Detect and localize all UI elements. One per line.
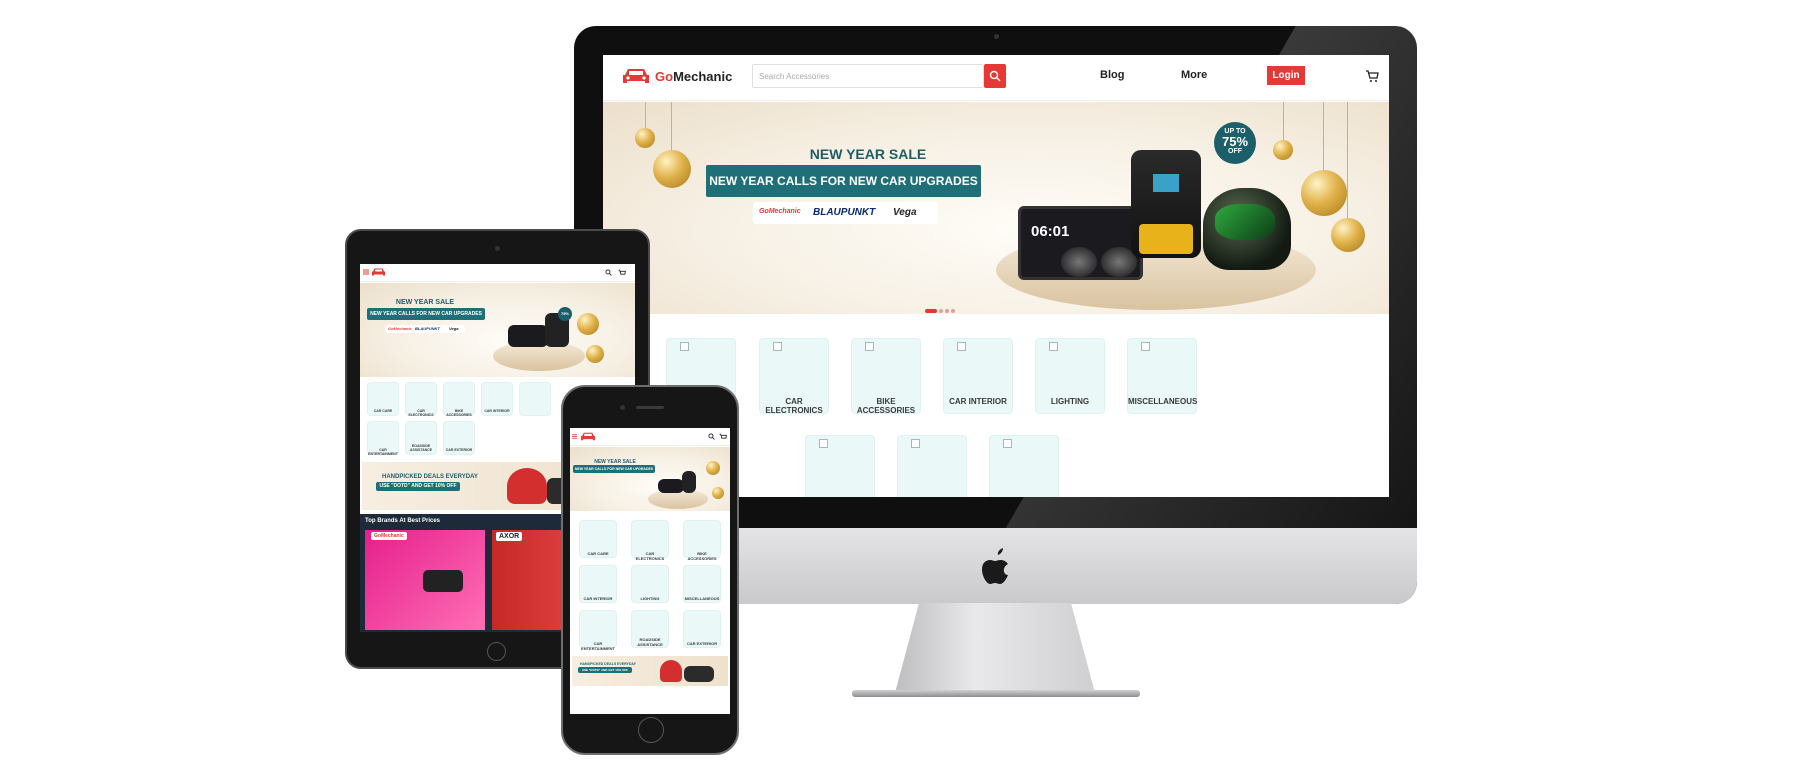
nav-more[interactable]: More bbox=[1181, 69, 1207, 81]
category-tile-miscellaneous[interactable]: MISCELLANEOUS bbox=[1127, 338, 1197, 414]
tyre-inflator-product bbox=[1131, 150, 1201, 258]
search-button[interactable] bbox=[984, 64, 1006, 88]
banner-brand-strip: GoMechanic BLAUPUNKT Vega bbox=[753, 202, 938, 224]
cart-icon[interactable] bbox=[1365, 69, 1379, 83]
tablet-category-roadside-assistance[interactable]: ROADSIDE ASSISTANCE bbox=[405, 421, 437, 455]
banner-title: NEW YEAR SALE bbox=[809, 146, 927, 162]
phone-hero-banner[interactable]: NEW YEAR SALE NEW YEAR CALLS FOR NEW CAR… bbox=[570, 447, 730, 511]
phone-promo-banner[interactable]: HANDPICKED DEALS EVERYDAY USE "DOTD" AND… bbox=[572, 656, 728, 686]
phone-screen: NEW YEAR SALE NEW YEAR CALLS FOR NEW CAR… bbox=[570, 428, 730, 714]
desktop-header: GoMechanic Search Accessories Blog More … bbox=[603, 55, 1389, 101]
phone-category-miscellaneous[interactable]: MISCELLANEOUS bbox=[683, 565, 721, 603]
phone-category-car-electronics[interactable]: CAR ELECTRONICS bbox=[631, 520, 669, 561]
category-tile-row2-2[interactable] bbox=[897, 435, 967, 497]
iphone-home-button bbox=[638, 717, 664, 743]
tablet-category-bike-accessories[interactable]: BIKE ACCESSORIES bbox=[443, 382, 475, 417]
brand-logo-text[interactable]: GoMechanic bbox=[655, 69, 732, 84]
ipad-camera bbox=[495, 246, 500, 251]
category-tile-row2-3[interactable] bbox=[989, 435, 1059, 497]
login-button[interactable]: Login bbox=[1267, 66, 1305, 85]
tablet-category-car-exterior[interactable]: CAR EXTERIOR bbox=[443, 421, 475, 455]
search-input[interactable]: Search Accessories bbox=[752, 64, 984, 88]
discount-badge: UP TO 75% OFF bbox=[1214, 122, 1256, 164]
category-tile-lighting[interactable]: LIGHTING bbox=[1035, 338, 1105, 414]
phone-category-car-interior[interactable]: CAR INTERIOR bbox=[579, 565, 617, 603]
tablet-category-5[interactable] bbox=[519, 382, 551, 416]
iphone-camera bbox=[620, 405, 625, 410]
iphone-speaker bbox=[636, 406, 664, 409]
phone-header bbox=[570, 428, 730, 446]
nav-blog[interactable]: Blog bbox=[1100, 69, 1124, 81]
search-icon bbox=[989, 70, 1001, 82]
category-tile-bike-accessories[interactable]: BIKE ACCESSORIES bbox=[851, 338, 921, 415]
phone-category-car-care[interactable]: CAR CARE bbox=[579, 520, 617, 558]
imac-camera bbox=[994, 34, 999, 39]
ipad-home-button bbox=[487, 642, 506, 661]
imac-foot bbox=[852, 690, 1140, 697]
phone-category-car-exterior[interactable]: CAR EXTERIOR bbox=[683, 610, 721, 648]
tablet-category-car-entertainment[interactable]: CAR ENTERTAINMENT bbox=[367, 421, 399, 456]
carousel-dots[interactable] bbox=[925, 300, 957, 314]
cart-icon[interactable] bbox=[719, 433, 727, 441]
tablet-category-car-electronics[interactable]: CAR ELECTRONICS bbox=[405, 382, 437, 417]
phone-category-car-entertainment[interactable]: CAR ENTERTAINMENT bbox=[579, 610, 617, 651]
tablet-header bbox=[360, 264, 635, 282]
imac-stand bbox=[895, 603, 1095, 693]
brand-card-gomechanic[interactable]: GoMechanic bbox=[365, 530, 485, 630]
category-tile-car-interior[interactable]: CAR INTERIOR bbox=[943, 338, 1013, 414]
banner-subtitle: NEW YEAR CALLS FOR NEW CAR UPGRADES bbox=[706, 165, 981, 197]
cart-icon[interactable] bbox=[618, 269, 626, 277]
phone-category-lighting[interactable]: LIGHTING bbox=[631, 565, 669, 603]
car-logo-icon[interactable] bbox=[621, 67, 651, 85]
helmet-product bbox=[1203, 188, 1291, 270]
hero-banner[interactable]: NEW YEAR SALE NEW YEAR CALLS FOR NEW CAR… bbox=[603, 102, 1389, 314]
category-tile-row2-1[interactable] bbox=[805, 435, 875, 497]
car-logo-icon[interactable] bbox=[371, 267, 386, 277]
tablet-category-car-interior[interactable]: CAR INTERIOR bbox=[481, 382, 513, 416]
tablet-hero-banner[interactable]: NEW YEAR SALE NEW YEAR CALLS FOR NEW CAR… bbox=[360, 283, 635, 377]
phone-category-roadside-assistance[interactable]: ROADSIDE ASSISTANCE bbox=[631, 610, 669, 648]
car-logo-icon[interactable] bbox=[580, 431, 596, 442]
hamburger-icon[interactable] bbox=[572, 434, 577, 439]
phone-category-bike-accessories[interactable]: BIKE ACCESSORIES bbox=[683, 520, 721, 561]
search-icon[interactable] bbox=[605, 269, 612, 276]
category-tile-car-electronics[interactable]: CAR ELECTRONICS bbox=[759, 338, 829, 415]
hamburger-icon[interactable] bbox=[363, 269, 369, 275]
stereo-product: 06:01 bbox=[1018, 206, 1143, 280]
tablet-category-car-care[interactable]: CAR CARE bbox=[367, 382, 399, 416]
search-icon[interactable] bbox=[708, 433, 715, 440]
search-placeholder: Search Accessories bbox=[759, 72, 830, 81]
apple-logo-icon bbox=[982, 548, 1008, 584]
